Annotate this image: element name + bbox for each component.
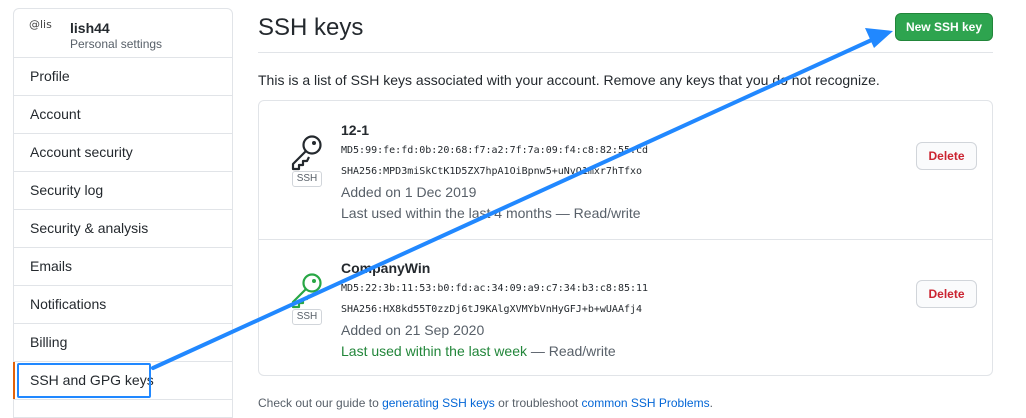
- ssh-badge: SSH: [292, 309, 322, 325]
- sidebar-username[interactable]: lish44: [70, 20, 110, 36]
- key-added: Added on 21 Sep 2020: [341, 322, 485, 338]
- key-last-used-access: — Read/write: [527, 343, 616, 359]
- key-title: CompanyWin: [341, 260, 431, 276]
- page-title: SSH keys: [258, 14, 364, 41]
- new-ssh-key-button[interactable]: New SSH key: [895, 13, 993, 41]
- key-title: 12-1: [341, 122, 370, 138]
- footer-help-text: Check out our guide to generating SSH ke…: [258, 396, 713, 410]
- sidebar-item-account[interactable]: Account: [14, 96, 232, 134]
- sidebar-item-notifications[interactable]: Notifications: [14, 286, 232, 324]
- sidebar-item-billing[interactable]: Billing: [14, 324, 232, 362]
- delete-button[interactable]: Delete: [916, 280, 977, 308]
- key-added: Added on 1 Dec 2019: [341, 184, 477, 200]
- sidebar-item-security-log[interactable]: Security log: [14, 172, 232, 210]
- sidebar-subtitle: Personal settings: [70, 37, 163, 51]
- footer-mid: or troubleshoot: [494, 396, 582, 410]
- sidebar-item-emails[interactable]: Emails: [14, 248, 232, 286]
- footer-pre: Check out our guide to: [258, 396, 383, 410]
- avatar[interactable]: @lis: [29, 19, 61, 51]
- key-last-used: Last used within the last week — Read/wr…: [341, 343, 616, 359]
- key-icon: [291, 135, 322, 171]
- key-md5: MD5:99:fe:fd:0b:20:68:f7:a2:7f:7a:09:f4:…: [341, 145, 649, 156]
- sidebar-header: @lis lish44 Personal settings: [14, 9, 232, 58]
- annotation-arrow-head: [865, 28, 893, 48]
- ssh-key-row: SSH 12-1 MD5:99:fe:fd:0b:20:68:f7:a2:7f:…: [259, 101, 992, 240]
- title-divider: [258, 52, 993, 53]
- common-ssh-problems-link[interactable]: common SSH Problems: [582, 396, 710, 410]
- key-md5: MD5:22:3b:11:53:b0:fd:ac:34:09:a9:c7:34:…: [341, 283, 649, 294]
- key-last-used: Last used within the last 4 months — Rea…: [341, 205, 641, 221]
- sidebar-item-profile[interactable]: Profile: [14, 58, 232, 96]
- settings-sidebar: @lis lish44 Personal settings Profile Ac…: [13, 8, 233, 418]
- ssh-key-row: SSH CompanyWin MD5:22:3b:11:53:b0:fd:ac:…: [259, 239, 992, 377]
- ssh-badge: SSH: [292, 171, 322, 187]
- intro-text: This is a list of SSH keys associated wi…: [258, 72, 880, 88]
- key-last-used-recent: Last used within the last week: [341, 343, 527, 359]
- ssh-keys-list: SSH 12-1 MD5:99:fe:fd:0b:20:68:f7:a2:7f:…: [258, 100, 993, 376]
- key-sha256: SHA256:HX8kd55T0zzDj6tJ9KAlgXVMYbVnHyGFJ…: [341, 304, 643, 315]
- generating-ssh-keys-link[interactable]: generating SSH keys: [382, 396, 495, 410]
- delete-button[interactable]: Delete: [916, 142, 977, 170]
- sidebar-item-account-security[interactable]: Account security: [14, 134, 232, 172]
- key-sha256: SHA256:MPD3miSkCtK1D5ZX7hpA1OiBpnw5+uNvQ…: [341, 166, 643, 177]
- sidebar-item-ssh-gpg-keys[interactable]: SSH and GPG keys: [13, 362, 232, 400]
- footer-post: .: [709, 396, 713, 410]
- sidebar-item-security-analysis[interactable]: Security & analysis: [14, 210, 232, 248]
- key-icon: [291, 273, 322, 309]
